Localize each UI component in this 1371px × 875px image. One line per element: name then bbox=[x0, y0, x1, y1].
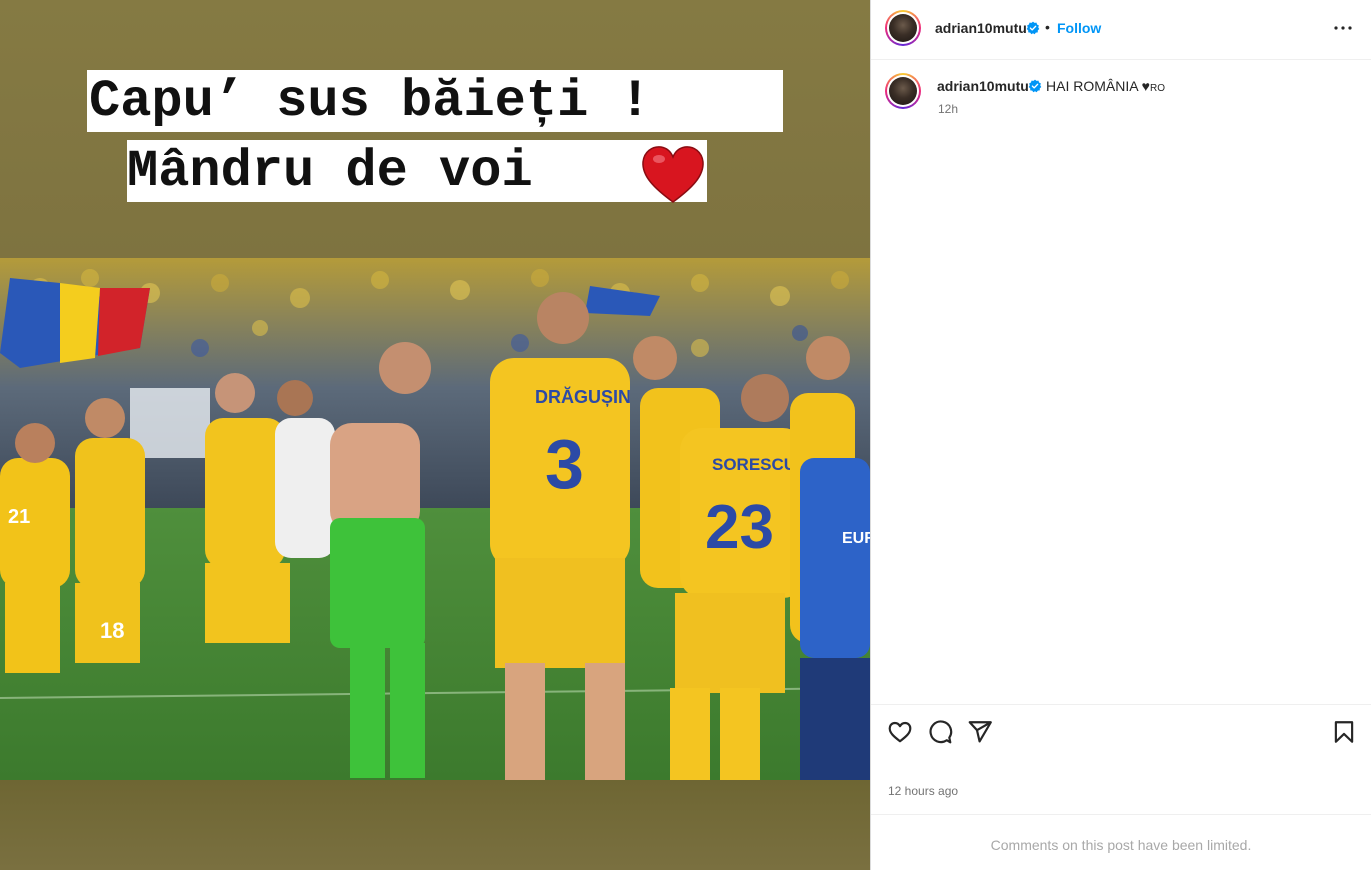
verified-badge-icon bbox=[1026, 21, 1040, 35]
jersey-name-dragusin: DRĂGUȘIN bbox=[535, 386, 631, 407]
post-header: adrian10mutu • Follow bbox=[871, 0, 1371, 60]
caption-relative-time[interactable]: 12h bbox=[938, 102, 958, 116]
story-background-bottom bbox=[0, 780, 870, 870]
story-text-line-1: Capu’ sus băieți ! bbox=[87, 70, 783, 132]
caption-username[interactable]: adrian10mutu bbox=[937, 78, 1029, 94]
team-celebration-photo: DRĂGUȘIN 3 SORESCU 23 EURO 21 18 bbox=[0, 258, 870, 780]
jersey-number-18: 18 bbox=[100, 618, 124, 643]
post-timestamp[interactable]: 12 hours ago bbox=[888, 784, 958, 798]
heart-outline-icon[interactable] bbox=[887, 719, 913, 745]
ro-flag-label: RO bbox=[1150, 83, 1165, 94]
post-side-panel: adrian10mutu • Follow adrian10mutu HAI R… bbox=[870, 0, 1371, 870]
story-text-line-2: Mândru de voi bbox=[127, 140, 707, 202]
caption-author-avatar[interactable] bbox=[885, 73, 921, 109]
comments-limited-notice: Comments on this post have been limited. bbox=[871, 814, 1371, 871]
post-media[interactable]: Capu’ sus băieți ! Mândru de voi DRĂGUȘI… bbox=[0, 0, 870, 870]
header-separator: • bbox=[1045, 19, 1050, 35]
photo-illustration: DRĂGUȘIN 3 SORESCU 23 EURO 21 18 bbox=[0, 258, 870, 780]
banner-euro-text: EURO bbox=[842, 530, 870, 547]
jersey-number-23: 23 bbox=[705, 493, 774, 562]
caption-text-body: HAI ROMÂNIA ♥ bbox=[1046, 78, 1150, 94]
author-username[interactable]: adrian10mutu bbox=[935, 20, 1027, 36]
follow-button[interactable]: Follow bbox=[1057, 20, 1101, 36]
send-icon[interactable] bbox=[967, 719, 993, 745]
bookmark-icon[interactable] bbox=[1331, 719, 1357, 745]
post-actions-bar bbox=[871, 704, 1371, 761]
jersey-number-3: 3 bbox=[545, 425, 584, 503]
author-avatar[interactable] bbox=[885, 10, 921, 46]
red-heart-emoji-icon bbox=[642, 146, 704, 203]
caption-text: HAI ROMÂNIA ♥RO bbox=[1046, 78, 1165, 94]
comment-icon[interactable] bbox=[927, 719, 953, 745]
jersey-name-sorescu: SORESCU bbox=[712, 455, 796, 474]
more-options-icon[interactable] bbox=[1331, 16, 1355, 40]
jersey-number-21: 21 bbox=[8, 506, 30, 528]
caption-verified-badge-icon bbox=[1028, 79, 1042, 93]
